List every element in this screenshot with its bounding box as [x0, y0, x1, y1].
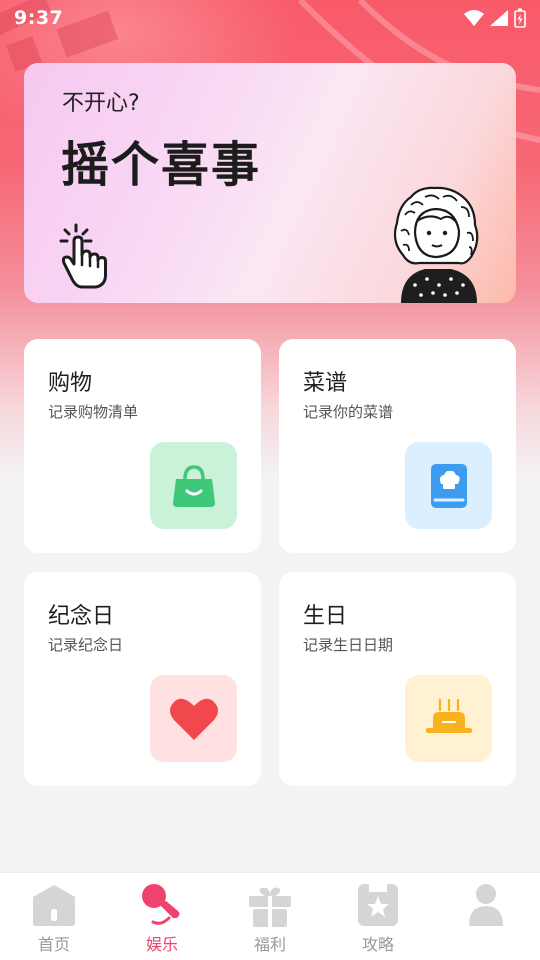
tab-label: 娱乐 [145, 935, 178, 954]
recipe-card[interactable]: 菜谱 记录你的菜谱 [279, 339, 516, 553]
birthday-cake-icon [425, 698, 472, 733]
profile-icon [462, 881, 510, 929]
card-subtitle: 记录纪念日 [48, 636, 124, 654]
status-bar: 9:37 [0, 0, 540, 36]
battery-icon [514, 8, 526, 28]
card-title: 购物 [48, 371, 93, 396]
tab-label: 首页 [37, 935, 70, 954]
card-title: 纪念日 [48, 604, 115, 629]
tab-label: 攻略 [361, 935, 394, 954]
card-icon-container [150, 675, 237, 762]
heart-icon [169, 698, 218, 740]
bottom-tab-bar: 首页 娱乐 福利 攻略 [0, 872, 540, 960]
recipe-book-icon [430, 463, 467, 508]
card-title: 菜谱 [303, 371, 348, 396]
status-time: 9:37 [14, 7, 64, 29]
shake-banner[interactable]: 不开心? 摇个喜事 [24, 63, 516, 303]
tab-guide[interactable]: 攻略 [324, 873, 432, 960]
gift-icon [246, 881, 294, 929]
card-icon-container [405, 675, 492, 762]
shopping-bag-icon [172, 464, 215, 507]
birthday-card[interactable]: 生日 记录生日日期 [279, 572, 516, 786]
girl-illustration [393, 186, 479, 303]
card-icon-container [405, 442, 492, 529]
card-subtitle: 记录购物清单 [48, 403, 139, 421]
tab-home[interactable]: 首页 [0, 873, 108, 960]
shopping-card[interactable]: 购物 记录购物清单 [24, 339, 261, 553]
card-subtitle: 记录生日日期 [303, 636, 394, 654]
tab-label: 福利 [253, 935, 286, 954]
card-title: 生日 [303, 604, 348, 629]
hero-subtitle: 不开心? [62, 91, 140, 116]
microphone-icon [138, 881, 186, 929]
wifi-icon [464, 10, 484, 26]
tab-welfare[interactable]: 福利 [216, 873, 324, 960]
card-subtitle: 记录你的菜谱 [303, 403, 394, 421]
tap-hand-icon [59, 223, 107, 289]
status-icons [464, 8, 526, 28]
tab-entertainment[interactable]: 娱乐 [108, 873, 216, 960]
guide-book-icon [354, 881, 402, 929]
hero-title: 摇个喜事 [61, 137, 262, 193]
anniversary-card[interactable]: 纪念日 记录纪念日 [24, 572, 261, 786]
tab-profile[interactable] [432, 873, 540, 960]
signal-icon [490, 10, 508, 26]
card-icon-container [150, 442, 237, 529]
home-icon [30, 881, 78, 929]
